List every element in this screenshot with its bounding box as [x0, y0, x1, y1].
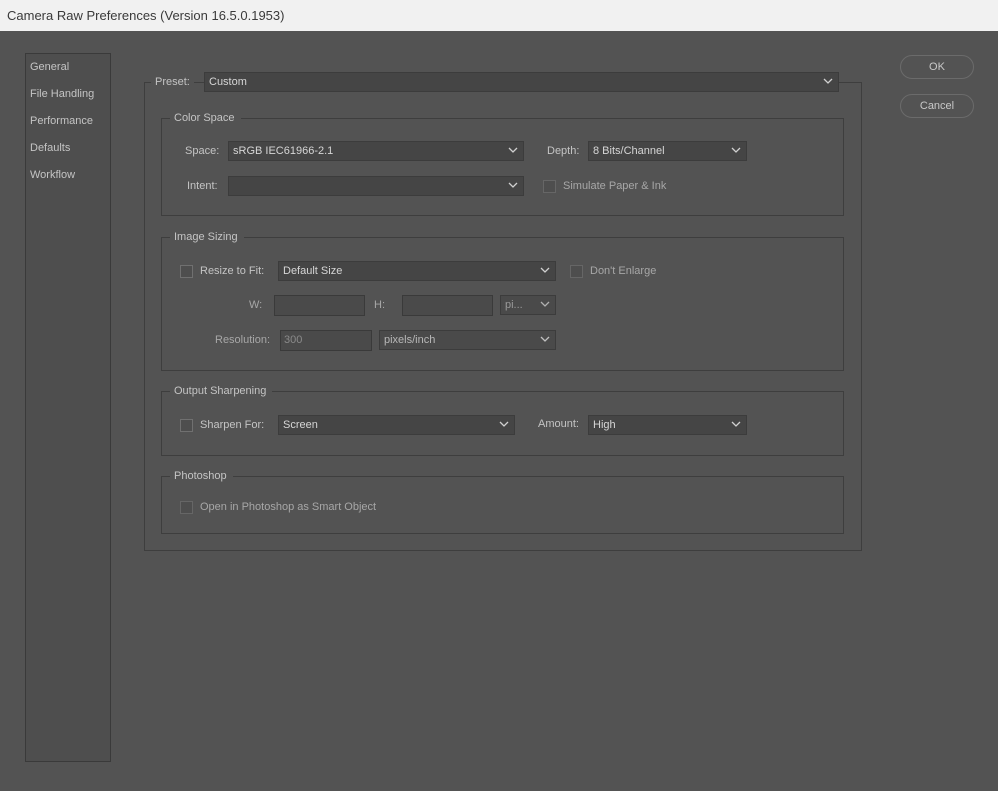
resize-to-fit-dropdown[interactable]: Default Size: [278, 261, 556, 281]
height-label: H:: [374, 299, 385, 311]
resolution-unit-dropdown[interactable]: pixels/inch: [379, 330, 556, 350]
simulate-paper-ink-checkbox[interactable]: [543, 180, 556, 193]
chevron-down-icon: [731, 142, 743, 160]
chevron-down-icon: [823, 73, 835, 91]
resolution-label: Resolution:: [215, 334, 271, 346]
cancel-button[interactable]: Cancel: [900, 94, 974, 118]
photoshop-legend: Photoshop: [170, 467, 233, 485]
width-label: W:: [249, 299, 263, 311]
sharpen-for-checkbox[interactable]: [180, 419, 193, 432]
chevron-down-icon: [540, 296, 552, 314]
resolution-unit-value: pixels/inch: [384, 334, 436, 346]
resolution-input[interactable]: 300: [280, 330, 372, 351]
sidebar-item-defaults[interactable]: Defaults: [30, 139, 70, 157]
sidebar-item-performance[interactable]: Performance: [30, 112, 93, 130]
chevron-down-icon: [540, 331, 552, 349]
preset-label: Preset:: [151, 73, 194, 91]
size-unit-value: pi...: [505, 299, 523, 311]
space-dropdown[interactable]: sRGB IEC61966-2.1: [228, 141, 524, 161]
space-label: Space:: [185, 145, 220, 157]
sharpen-for-dropdown[interactable]: Screen: [278, 415, 515, 435]
size-unit-dropdown[interactable]: pi...: [500, 295, 556, 315]
amount-dropdown[interactable]: High: [588, 415, 747, 435]
sidebar-item-general[interactable]: General: [30, 58, 69, 76]
depth-dropdown[interactable]: 8 Bits/Channel: [588, 141, 747, 161]
depth-label: Depth:: [547, 145, 580, 157]
window-title: Camera Raw Preferences (Version 16.5.0.1…: [0, 0, 998, 31]
width-input[interactable]: [274, 295, 365, 316]
amount-label: Amount:: [538, 418, 579, 430]
sharpen-for-value: Screen: [283, 419, 318, 431]
sharpen-for-label: Sharpen For:: [200, 419, 265, 431]
preset-dropdown[interactable]: Custom: [204, 72, 839, 92]
dont-enlarge-label: Don't Enlarge: [590, 265, 657, 277]
chevron-down-icon: [508, 142, 520, 160]
chevron-down-icon: [731, 416, 743, 434]
smart-object-label: Open in Photoshop as Smart Object: [200, 501, 377, 513]
dont-enlarge-checkbox[interactable]: [570, 265, 583, 278]
intent-dropdown[interactable]: [228, 176, 524, 196]
resize-to-fit-value: Default Size: [283, 265, 343, 277]
output-sharpening-legend: Output Sharpening: [170, 382, 273, 400]
sidebar: General File Handling Performance Defaul…: [25, 53, 111, 762]
height-input[interactable]: [402, 295, 493, 316]
space-value: sRGB IEC61966-2.1: [233, 145, 334, 157]
chevron-down-icon: [499, 416, 511, 434]
intent-label: Intent:: [187, 180, 218, 192]
color-space-legend: Color Space: [170, 109, 241, 127]
depth-value: 8 Bits/Channel: [593, 145, 665, 157]
smart-object-checkbox[interactable]: [180, 501, 193, 514]
amount-value: High: [593, 419, 616, 431]
color-space-group: Color Space: [161, 109, 844, 216]
sidebar-item-workflow[interactable]: Workflow: [30, 166, 75, 184]
resize-to-fit-label: Resize to Fit:: [200, 265, 265, 277]
chevron-down-icon: [540, 262, 552, 280]
chevron-down-icon: [508, 177, 520, 195]
image-sizing-legend: Image Sizing: [170, 228, 244, 246]
ok-button[interactable]: OK: [900, 55, 974, 79]
resize-to-fit-checkbox[interactable]: [180, 265, 193, 278]
preset-value: Custom: [209, 76, 247, 88]
simulate-paper-ink-label: Simulate Paper & Ink: [563, 180, 667, 192]
sidebar-item-file-handling[interactable]: File Handling: [30, 85, 94, 103]
